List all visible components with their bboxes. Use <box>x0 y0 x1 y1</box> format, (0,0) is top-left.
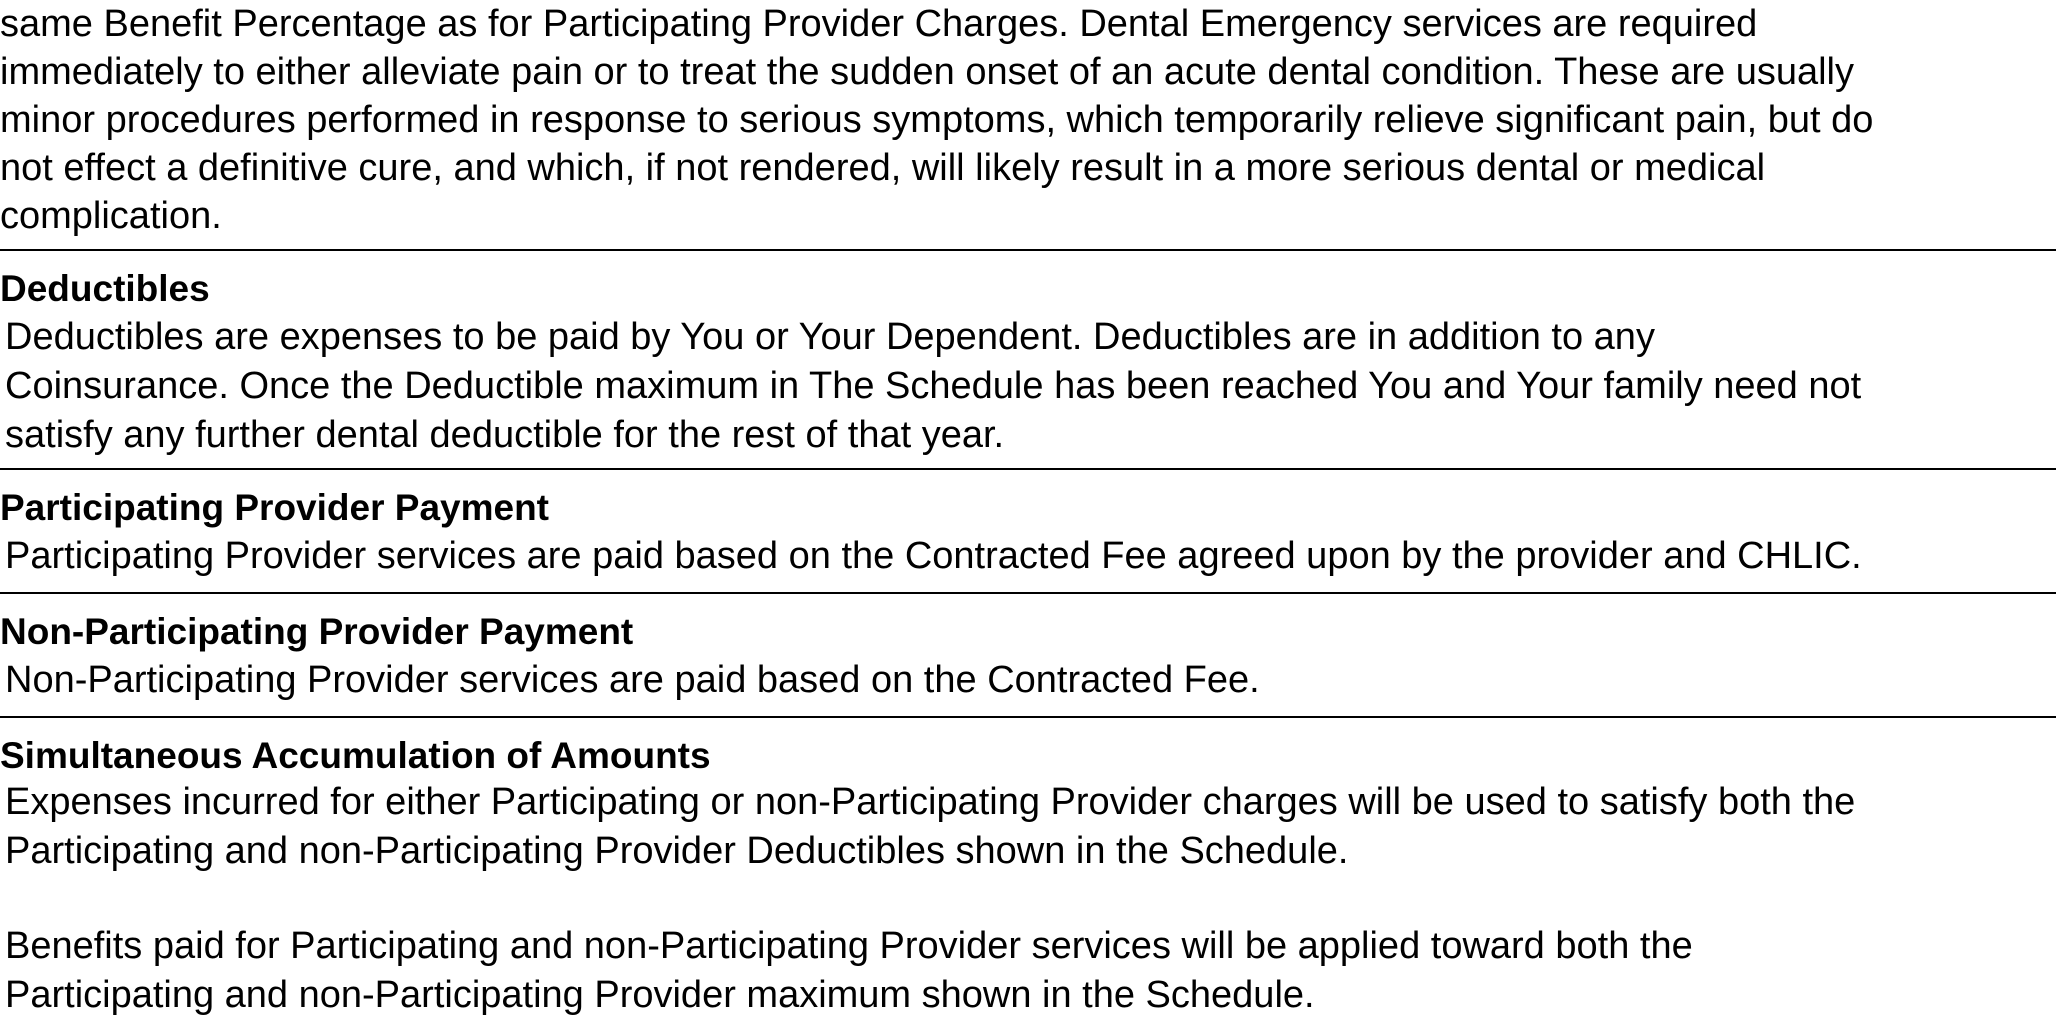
document-page: same Benefit Percentage as for Participa… <box>0 0 2056 1017</box>
simultaneous-accumulation-heading: Simultaneous Accumulation of Amounts <box>0 735 711 776</box>
intro-paragraph: same Benefit Percentage as for Participa… <box>0 3 1874 237</box>
deductibles-heading: Deductibles <box>0 268 210 309</box>
non-participating-provider-payment-heading: Non-Participating Provider Payment <box>0 611 634 652</box>
participating-provider-payment-paragraph: Participating Provider services are paid… <box>5 535 1862 577</box>
deductibles-paragraph: Deductibles are expenses to be paid by Y… <box>5 316 1862 456</box>
section-divider <box>0 249 2056 251</box>
section-divider <box>0 592 2056 594</box>
participating-provider-payment-heading: Participating Provider Payment <box>0 487 550 528</box>
simultaneous-accumulation-paragraph-2: Benefits paid for Participating and non-… <box>5 925 1693 1016</box>
section-divider <box>0 468 2056 470</box>
section-divider <box>0 716 2056 718</box>
non-participating-provider-payment-paragraph: Non-Participating Provider services are … <box>5 659 1260 701</box>
simultaneous-accumulation-paragraph-1: Expenses incurred for either Participati… <box>5 781 1856 872</box>
